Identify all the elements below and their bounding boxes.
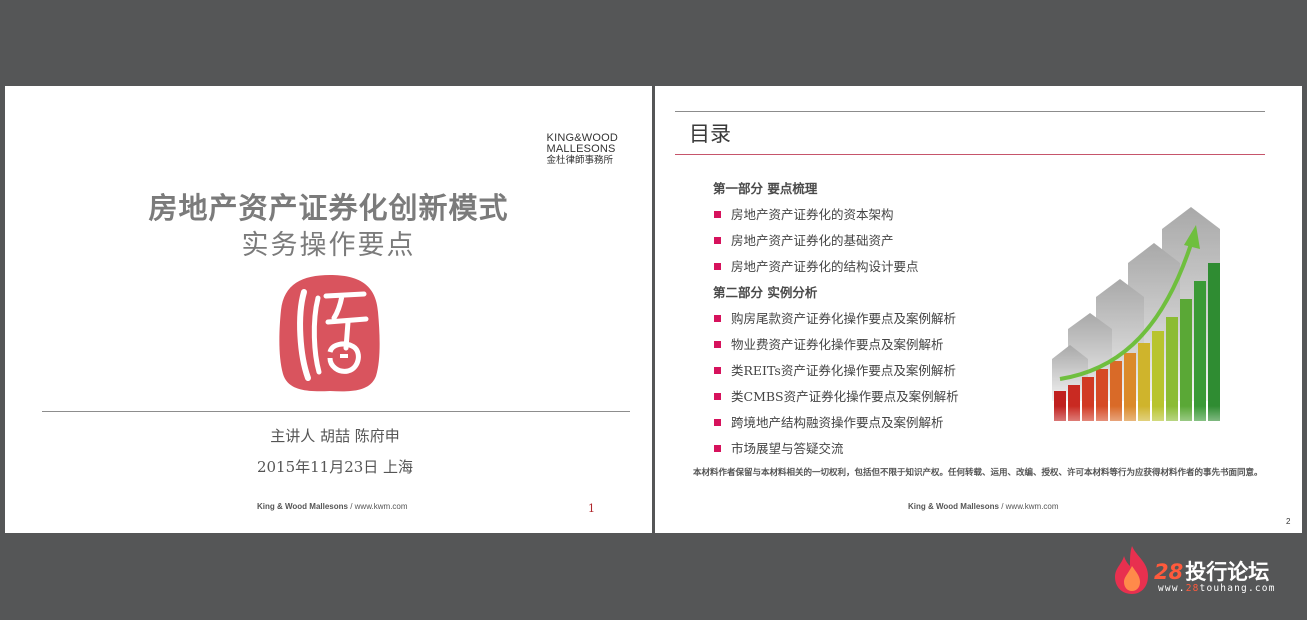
page-number: 1 bbox=[588, 502, 595, 515]
flame-logo-icon bbox=[1115, 546, 1148, 594]
forum-url: www.28touhang.com bbox=[1158, 583, 1276, 594]
toc-item-label: 物业费资产证券化操作要点及案例解析 bbox=[731, 337, 944, 352]
footer-url: / www.kwm.com bbox=[347, 502, 408, 511]
footer: King & Wood Mallesons / www.kwm.com bbox=[257, 502, 408, 511]
footer-firm: King & Wood Mallesons bbox=[257, 502, 348, 511]
toc-item: 房地产资产证券化的基础资产 bbox=[713, 228, 1073, 254]
top-rule bbox=[675, 111, 1265, 112]
toc-item: 类CMBS资产证券化操作要点及案例解析 bbox=[713, 384, 1073, 410]
growth-houses-illustration bbox=[1050, 207, 1230, 441]
footer-url: / www.kwm.com bbox=[998, 502, 1059, 511]
toc-item: 房地产资产证券化的资本架构 bbox=[713, 202, 1073, 228]
toc-item-label: 跨境地产结构融资操作要点及案例解析 bbox=[731, 415, 944, 430]
slide-title: 房地产资产证券化创新模式 bbox=[148, 191, 509, 225]
toc-item-label: 房地产资产证券化的结构设计要点 bbox=[731, 259, 919, 274]
bullet-icon bbox=[714, 393, 721, 400]
bullet-icon bbox=[714, 367, 721, 374]
toc-item-label: 购房尾款资产证券化操作要点及案例解析 bbox=[731, 311, 957, 326]
logo-line-3: 金杜律師事務所 bbox=[546, 155, 614, 166]
toc-item: 购房尾款资产证券化操作要点及案例解析 bbox=[713, 306, 1073, 332]
title-slide: KING&WOOD MALLESONS 金杜律師事務所 房地产资产证券化创新模式… bbox=[5, 86, 652, 533]
url-prefix: www. bbox=[1158, 583, 1186, 594]
bullet-icon bbox=[714, 445, 721, 452]
url-highlight: 28 bbox=[1185, 583, 1200, 594]
date-place: 2015年11月23日 上海 bbox=[256, 458, 414, 476]
bullet-icon bbox=[714, 211, 721, 218]
page-number: 2 bbox=[1286, 517, 1291, 526]
toc-item-label: 类REITs资产证券化操作要点及案例解析 bbox=[731, 363, 956, 378]
slide-subtitle: 实务操作要点 bbox=[241, 230, 416, 261]
footer-firm: King & Wood Mallesons bbox=[908, 502, 999, 511]
toc-item: 市场展望与答疑交流 bbox=[713, 436, 1073, 462]
bullet-icon bbox=[714, 315, 721, 322]
toc-heading: 目录 bbox=[689, 122, 731, 146]
toc-item: 物业费资产证券化操作要点及案例解析 bbox=[713, 332, 1073, 358]
forum-name: 28投行论坛 bbox=[1154, 556, 1269, 586]
toc-part-1: 第一部分 要点梳理 bbox=[713, 181, 818, 196]
toc-list: 第一部分 要点梳理 房地产资产证券化的资本架构 房地产资产证券化的基础资产 房地… bbox=[713, 176, 1073, 462]
logo-line-2: MALLESONS bbox=[546, 143, 616, 155]
bullet-icon bbox=[714, 237, 721, 244]
presenters: 主讲人 胡喆 陈府申 bbox=[270, 427, 400, 445]
toc-item-label: 类CMBS资产证券化操作要点及案例解析 bbox=[731, 389, 959, 404]
seal-icon bbox=[279, 275, 380, 392]
forum-number: 28 bbox=[1154, 560, 1184, 584]
copyright-notice: 本材料作者保留与本材料相关的一切权利，包括但不限于知识产权。任何转载、运用、改编… bbox=[693, 468, 1263, 478]
toc-item-label: 房地产资产证券化的资本架构 bbox=[731, 207, 894, 222]
toc-slide: 目录 第一部分 要点梳理 房地产资产证券化的资本架构 房地产资产证券化的基础资产… bbox=[655, 86, 1302, 533]
footer: King & Wood Mallesons / www.kwm.com bbox=[908, 502, 1059, 511]
kwm-logo: KING&WOOD MALLESONS 金杜律師事務所 bbox=[547, 133, 618, 166]
toc-item: 跨境地产结构融资操作要点及案例解析 bbox=[713, 410, 1073, 436]
toc-item-label: 房地产资产证券化的基础资产 bbox=[731, 233, 894, 248]
toc-item: 类REITs资产证券化操作要点及案例解析 bbox=[713, 358, 1073, 384]
divider bbox=[42, 411, 630, 412]
bullet-icon bbox=[714, 263, 721, 270]
bullet-icon bbox=[714, 341, 721, 348]
heading-rule bbox=[675, 154, 1265, 155]
forum-watermark: 28投行论坛 www.28touhang.com bbox=[1112, 544, 1292, 600]
url-suffix: touhang.com bbox=[1199, 583, 1276, 594]
toc-part-2: 第二部分 实例分析 bbox=[713, 285, 818, 300]
forum-title: 投行论坛 bbox=[1185, 560, 1270, 584]
bullet-icon bbox=[714, 419, 721, 426]
toc-item: 房地产资产证券化的结构设计要点 bbox=[713, 254, 1073, 280]
toc-item-label: 市场展望与答疑交流 bbox=[731, 441, 844, 456]
